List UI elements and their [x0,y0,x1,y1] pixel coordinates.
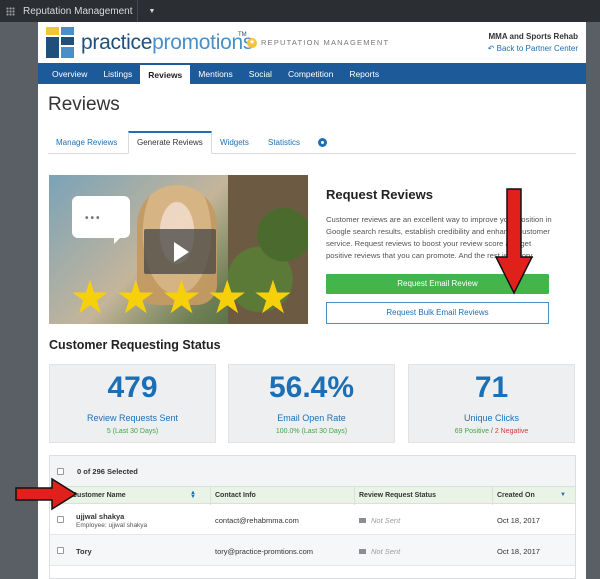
play-button[interactable] [144,229,216,274]
stat-label: Email Open Rate [277,413,346,423]
logo-wordmark: practicepromotions [81,31,254,54]
stat-sub: 100.0% (Last 30 Days) [275,428,348,435]
stat-card-email-open-rate: 56.4% Email Open Rate 100.0% (Last 30 Da… [228,364,395,443]
stat-label: Review Requests Sent [86,413,179,423]
logo-trademark: TM [238,32,247,38]
back-to-partner-center-link[interactable]: ↶ Back to Partner Center [488,44,578,53]
tab-generate-reviews[interactable]: Generate Reviews [128,131,212,154]
nav-competition[interactable]: Competition [280,63,341,84]
request-status-cell: Not Sent [359,516,400,525]
select-all-checkbox[interactable] [57,468,64,475]
customer-name[interactable]: Tory [76,547,92,556]
chevron-down-icon[interactable]: ▼ [149,8,156,15]
table-header: Customer Name ▲ ▼ Contact Info Review Req… [50,486,575,505]
row-checkbox[interactable] [57,547,64,554]
main-nav: Overview Listings Reviews Mentions Socia… [38,63,586,84]
speech-bubble-dots: ••• [85,213,102,224]
reputation-star-icon: ★ [247,38,257,48]
gear-icon[interactable] [318,138,327,147]
star-icon: ★ [69,271,111,323]
request-reviews-video[interactable]: ••• ★ ★ ★ ★ ★ [49,175,308,324]
stat-sub: 69 Positive / 2 Negative [454,428,529,435]
table-row[interactable]: ujjwal shakya Employee: ujjwal shakya co… [50,504,575,535]
section-label: REPUTATION MANAGEMENT [261,38,390,47]
nav-reports[interactable]: Reports [341,63,387,84]
top-app-bar: Reputation Management ▼ [0,0,600,22]
nav-reviews[interactable]: Reviews [140,65,191,84]
nav-listings[interactable]: Listings [95,63,140,84]
stat-label: Unique Clicks [463,413,520,423]
tab-manage-reviews[interactable]: Manage Reviews [48,131,125,154]
app-switcher-label[interactable]: Reputation Management [23,6,133,17]
customer-name[interactable]: ujjwal shakya [76,512,147,521]
stat-value: 71 [474,371,509,404]
stat-card-unique-clicks: 71 Unique Clicks 69 Positive / 2 Negativ… [408,364,575,443]
request-bulk-email-reviews-button[interactable]: Request Bulk Email Reviews [326,302,549,324]
nav-social[interactable]: Social [241,63,280,84]
review-subtabs: Manage Reviews Generate Reviews Widgets … [48,131,576,154]
header-contact-info[interactable]: Contact Info [210,487,354,505]
business-name: MMA and Sports Rehab [488,32,578,41]
topbar-divider [137,0,138,22]
customer-requesting-status-title: Customer Requesting Status [49,338,221,352]
star-icon: ★ [206,271,248,323]
created-on-cell: Oct 18, 2017 [497,516,540,525]
customer-table: 0 of 296 Selected Customer Name ▲ ▼ Conta… [49,455,576,579]
practice-promotions-logo-icon [46,27,74,58]
table-toolbar: 0 of 296 Selected [50,456,575,486]
sort-icon[interactable]: ▲ ▼ [190,490,196,500]
customer-name-cell: Tory [76,547,92,556]
envelope-icon [359,549,366,554]
stat-value: 479 [107,371,158,404]
request-reviews-title: Request Reviews [326,187,433,202]
nav-overview[interactable]: Overview [44,63,95,84]
request-status-cell: Not Sent [359,547,400,556]
row-checkbox[interactable] [57,516,64,523]
contact-info-cell: tory@practice-promtions.com [215,547,314,556]
nav-mentions[interactable]: Mentions [190,63,241,84]
created-on-cell: Oct 18, 2017 [497,547,540,556]
star-icon: ★ [160,271,203,323]
brand-header: practicepromotions TM ★ REPUTATION MANAG… [38,22,586,63]
annotation-arrow-down-icon [494,188,534,295]
tab-widgets[interactable]: Widgets [212,131,257,154]
contact-info-cell: contact@rehabmma.com [215,516,299,525]
table-row[interactable]: Tory tory@practice-promtions.com Not Sen… [50,535,575,566]
customer-employee: Employee: ujjwal shakya [76,522,148,529]
star-icon: ★ [252,271,294,323]
stat-sub: 5 (Last 30 Days) [106,428,159,435]
star-icon: ★ [115,271,157,323]
customer-name-cell: ujjwal shakya Employee: ujjwal shakya [76,512,147,529]
app-grid-icon[interactable] [6,6,15,16]
selected-count: 0 of 296 Selected [77,467,138,476]
sort-desc-icon[interactable]: ▼ [560,492,566,502]
envelope-icon [359,518,366,523]
header-review-request-status[interactable]: Review Request Status [354,487,492,505]
stat-card-requests-sent: 479 Review Requests Sent 5 (Last 30 Days… [49,364,216,443]
rating-stars: ★ ★ ★ ★ ★ [69,271,294,323]
stat-value: 56.4% [268,371,355,404]
main-page: practicepromotions TM ★ REPUTATION MANAG… [38,22,586,579]
page-title: Reviews [48,94,120,115]
tab-statistics[interactable]: Statistics [260,131,308,154]
annotation-arrow-right-icon [15,477,78,511]
